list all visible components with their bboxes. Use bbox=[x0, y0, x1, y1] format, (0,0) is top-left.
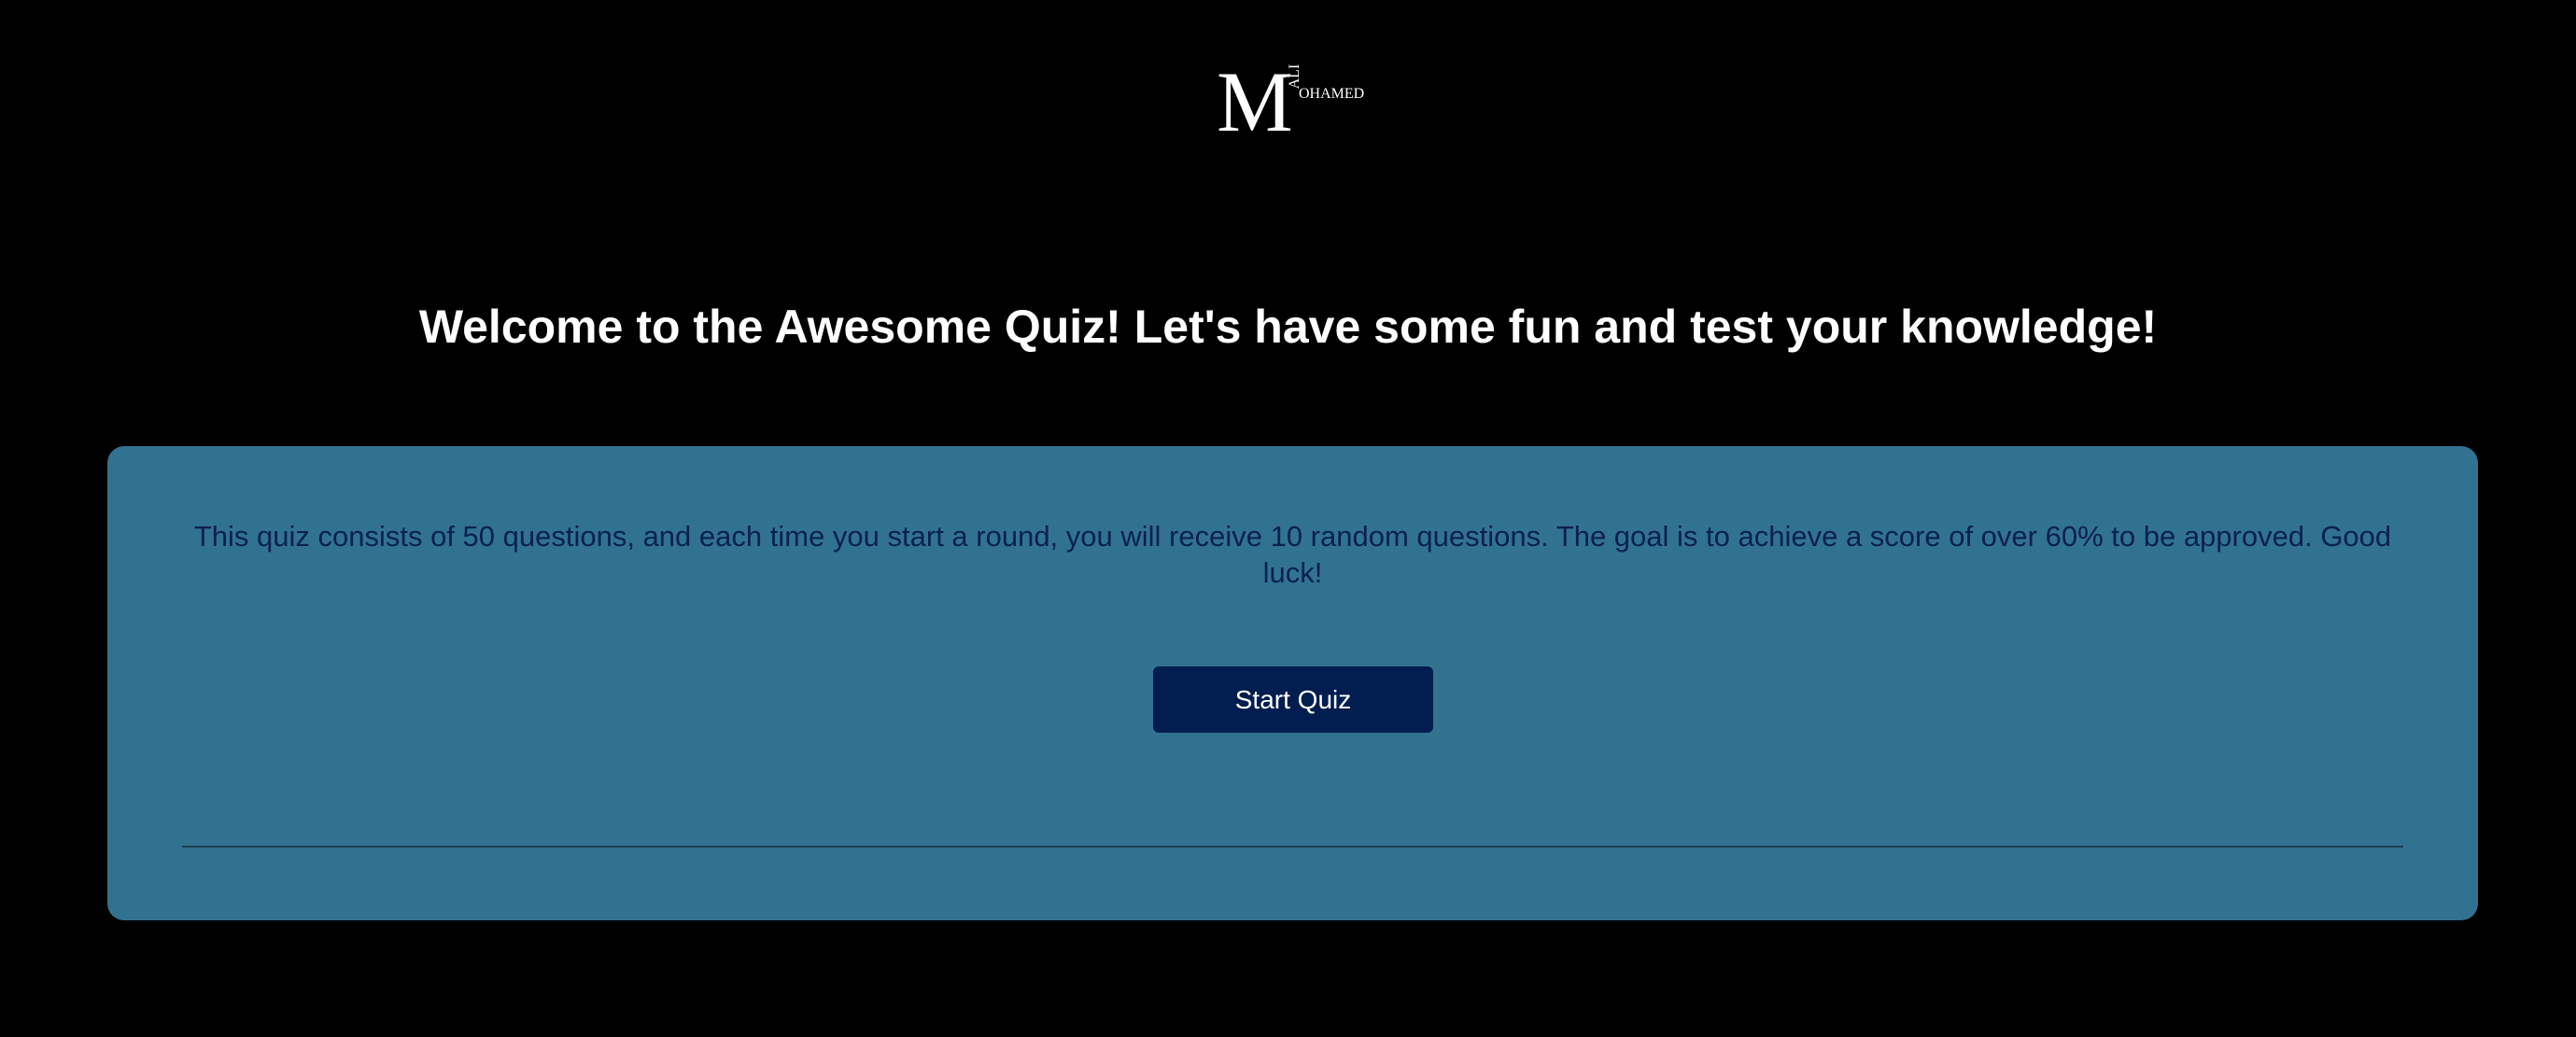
mohamed-ali-monogram-logo: M ALI OHAMED bbox=[1217, 54, 1364, 138]
start-quiz-button[interactable]: Start Quiz bbox=[1153, 666, 1433, 733]
logo-initial: M bbox=[1217, 54, 1293, 138]
logo-horizontal-text: OHAMED bbox=[1299, 86, 1364, 102]
quiz-description: This quiz consists of 50 questions, and … bbox=[193, 520, 2392, 589]
page-title: Welcome to the Awesome Quiz! Let's have … bbox=[418, 301, 2158, 353]
quiz-intro-card: This quiz consists of 50 questions, and … bbox=[107, 446, 2478, 920]
card-divider bbox=[182, 846, 2403, 848]
brand-logo: M ALI OHAMED bbox=[1217, 54, 1366, 138]
